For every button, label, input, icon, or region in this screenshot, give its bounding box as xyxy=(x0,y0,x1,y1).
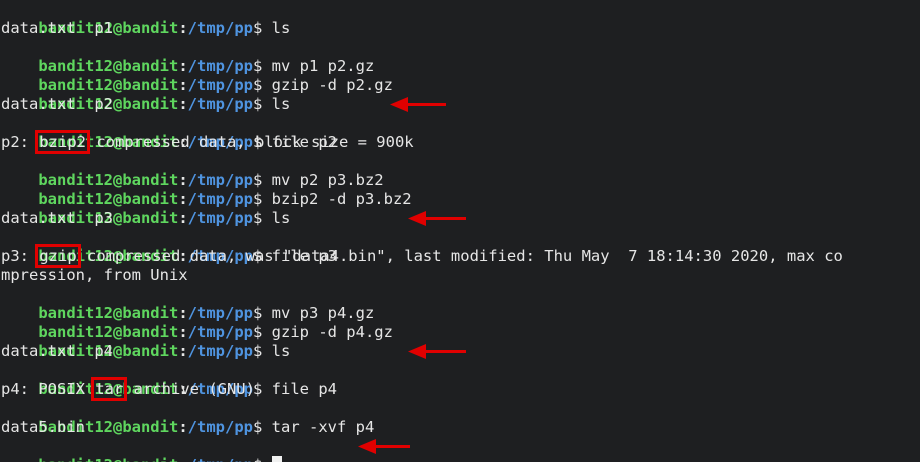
prompt-user-host: bandit12@bandit xyxy=(38,456,178,462)
command-line: bandit12@bandit:/tmp/pp$ ls xyxy=(38,342,291,360)
highlight-box: bzip2 xyxy=(35,130,90,154)
command-line: bandit12@bandit:/tmp/pp$ ls xyxy=(38,95,291,113)
command-line: bandit12@bandit:/tmp/pp$ bzip2 -d p3.bz2 xyxy=(0,171,920,226)
highlight-box: tar xyxy=(91,377,128,401)
terminal-window[interactable]: bandit12@bandit:/tmp/pp$ ls data.txt p1 … xyxy=(0,0,920,462)
output-line: mpression, from Unix xyxy=(1,266,188,284)
output-line: data.txt p4 xyxy=(1,342,113,360)
output-line: data5.bin xyxy=(1,418,85,436)
red-arrow-icon xyxy=(406,304,468,359)
command-line: bandit12@bandit:/tmp/pp$ mv p1 p2.gz xyxy=(38,57,375,75)
prompt-path: /tmp/pp xyxy=(188,456,253,462)
output-line: data.txt p3 xyxy=(1,209,113,227)
red-arrow-icon xyxy=(356,399,412,454)
output-line: data.txt p1 xyxy=(1,19,113,37)
output-line: p3: gzip compressed data, was "data4.bin… xyxy=(1,244,843,268)
command-line: bandit12@bandit:/tmp/pp$ file p2 xyxy=(38,133,337,151)
red-arrow-icon xyxy=(406,171,468,226)
output-line: p2: bzip2 compressed data, block size = … xyxy=(1,130,414,154)
text-cursor xyxy=(271,456,282,462)
output-line: p4: POSIX tar archive (GNU) xyxy=(1,377,255,401)
command-line: bandit12@bandit:/tmp/pp$ tar -xvf p4 xyxy=(0,399,920,454)
command-line-active[interactable]: bandit12@bandit:/tmp/pp$ xyxy=(0,437,920,462)
command-line: bandit12@bandit:/tmp/pp$ ls xyxy=(38,209,291,227)
command-line: bandit12@bandit:/tmp/pp$ mv p2 p3.bz2 xyxy=(38,171,384,189)
red-arrow-icon xyxy=(388,57,448,112)
command-line: bandit12@bandit:/tmp/pp$ mv p3 p4.gz xyxy=(38,304,375,322)
highlight-box: gzip xyxy=(35,244,81,268)
command-line: bandit12@bandit:/tmp/pp$ file p3 xyxy=(38,247,337,265)
output-line: data.txt p2 xyxy=(1,95,113,113)
command-line: bandit12@bandit:/tmp/pp$ gzip -d p2.gz xyxy=(0,57,920,112)
command-line: bandit12@bandit:/tmp/pp$ file p4 xyxy=(38,380,337,398)
command-line: bandit12@bandit:/tmp/pp$ gzip -d p4.gz xyxy=(0,304,920,359)
command-line: bandit12@bandit:/tmp/pp$ ls xyxy=(38,19,291,37)
